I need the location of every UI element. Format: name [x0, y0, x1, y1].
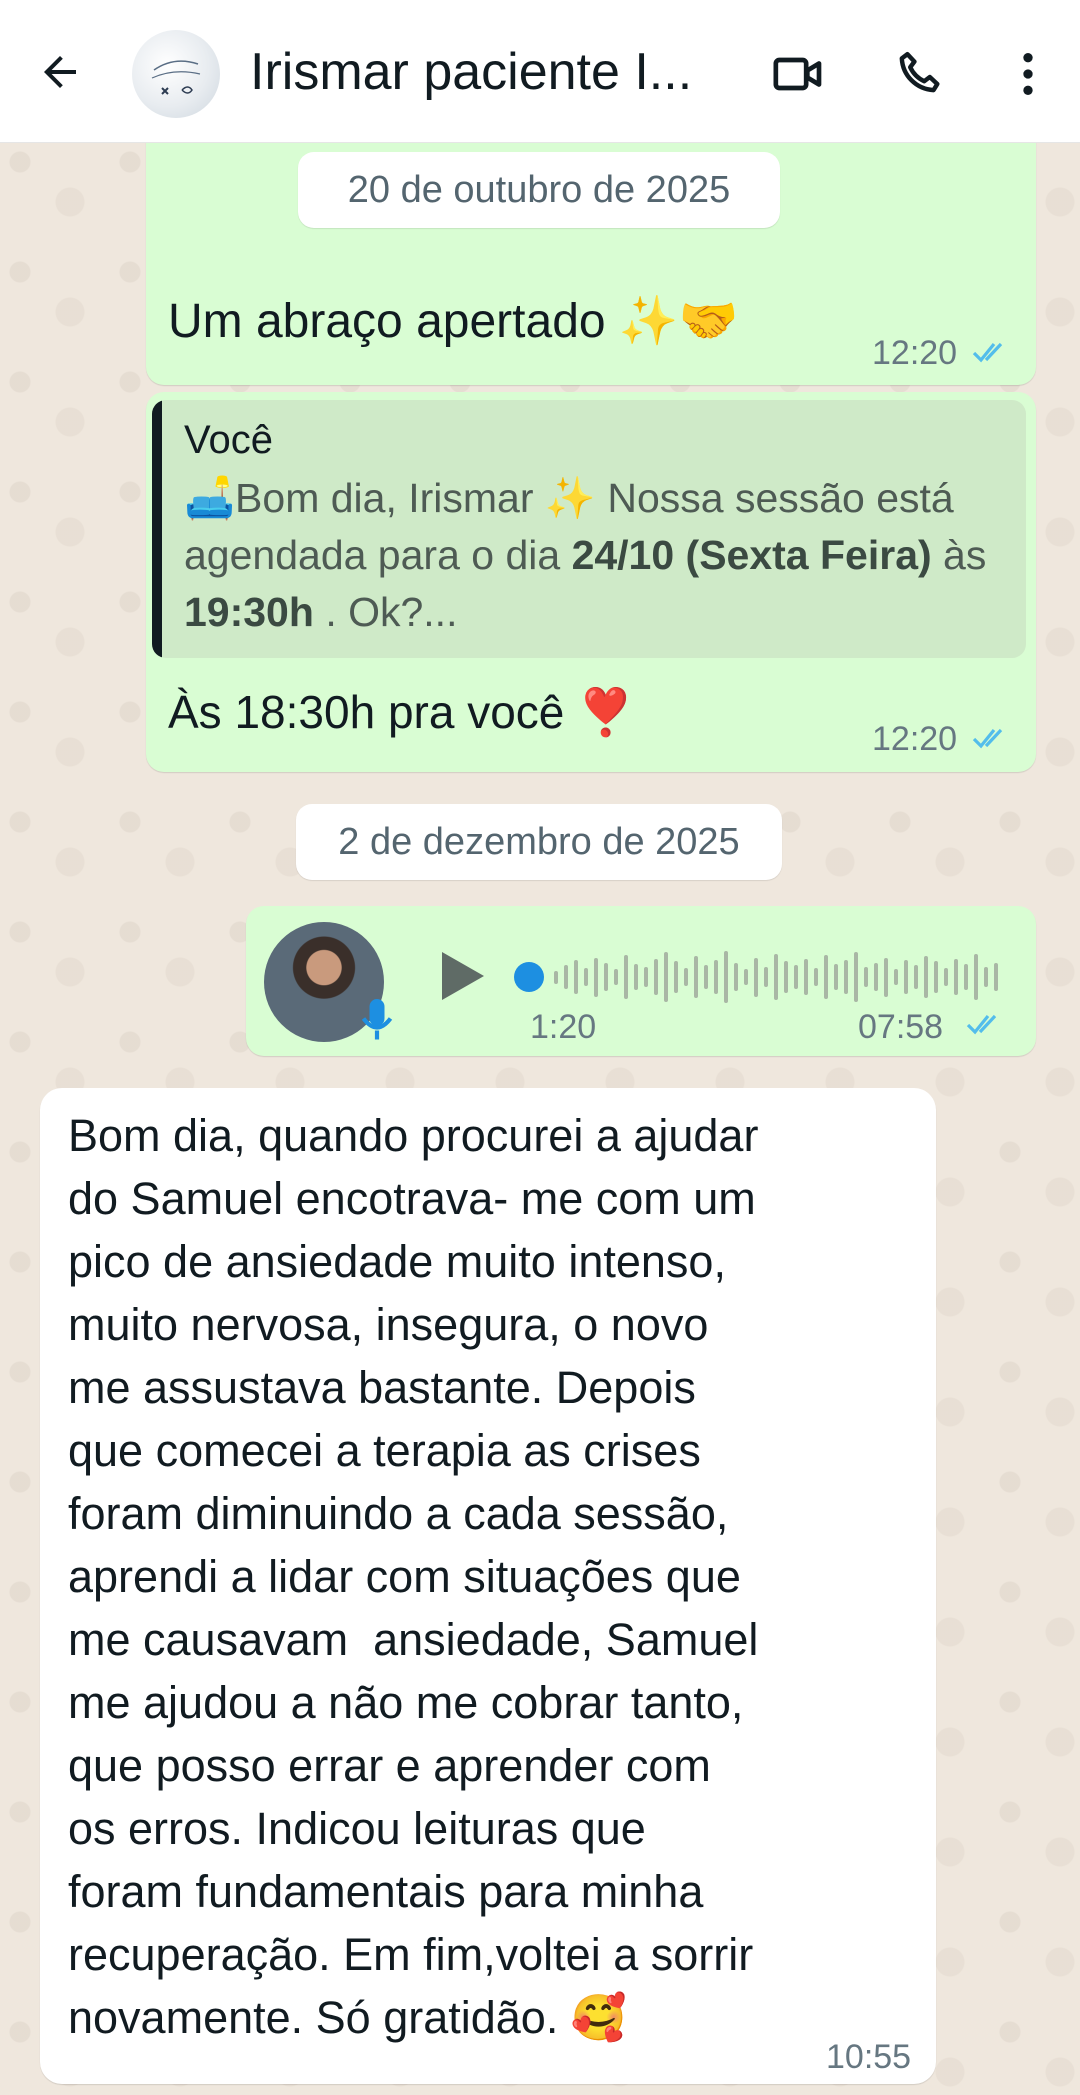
waveform-bar — [914, 965, 918, 989]
waveform-bar — [694, 956, 698, 998]
waveform-bar — [984, 966, 988, 988]
waveform-bar — [594, 957, 598, 997]
message-line: do Samuel encotrava- me com um — [68, 1173, 756, 1224]
waveform-bar — [874, 962, 878, 992]
voice-duration: 1:20 — [530, 1008, 597, 1046]
message-time: 12:20 — [872, 334, 958, 372]
waveform-bar — [564, 965, 568, 989]
contact-avatar[interactable] — [132, 30, 220, 118]
waveform-bar — [894, 969, 898, 985]
more-options-icon[interactable] — [1000, 46, 1056, 102]
message-line: recuperação. Em fim,voltei a sorrir — [68, 1929, 754, 1980]
microphone-icon — [361, 999, 393, 1040]
waveform-bar — [964, 964, 968, 990]
waveform-bar — [834, 964, 838, 990]
waveform-bar — [754, 957, 758, 997]
waveform-bar — [584, 967, 588, 987]
quote-accent-bar — [152, 400, 162, 658]
waveform-bar — [614, 969, 618, 985]
message-line: que comecei a terapia as crises — [68, 1425, 701, 1476]
message-time: 07:58 — [858, 1008, 944, 1046]
read-ticks-icon — [972, 342, 1003, 363]
message-text: Um abraço apertado ✨🤝 — [168, 295, 739, 348]
waveform-bar — [864, 966, 868, 988]
waveform-bar — [634, 964, 638, 990]
date-separator: 20 de outubro de 2025 — [298, 152, 780, 228]
waveform-bar — [954, 958, 958, 996]
waveform-bar — [724, 951, 728, 1003]
message-line: os erros. Indicou leituras que — [68, 1803, 646, 1854]
waveform-bar — [714, 960, 718, 994]
voice-call-icon[interactable] — [892, 46, 948, 102]
message-line: me assustava bastante. Depois — [68, 1362, 696, 1413]
waveform-bar — [674, 961, 678, 993]
waveform-bar — [884, 957, 888, 997]
waveform-bar — [654, 958, 658, 996]
message-line: que posso errar e aprender com — [68, 1740, 711, 1791]
waveform-bar — [744, 969, 748, 985]
waveform-bar — [934, 961, 938, 993]
contact-name[interactable]: Irismar paciente I... — [250, 40, 730, 104]
message-line: foram diminuindo a cada sessão, — [68, 1488, 729, 1539]
waveform-bar — [684, 967, 688, 987]
message-line: pico de ansiedade muito intenso, — [68, 1236, 726, 1287]
message-line: novamente. Só gratidão. 🥰 — [68, 1992, 627, 2043]
back-arrow-icon[interactable] — [36, 48, 84, 96]
waveform-bar — [624, 954, 628, 1000]
read-ticks-icon — [966, 1014, 997, 1035]
waveform-bar — [794, 965, 798, 989]
waveform-bar — [904, 960, 908, 994]
message-line: foram fundamentais para minha — [68, 1866, 704, 1917]
play-icon[interactable] — [436, 948, 488, 1004]
message-text: Às 18:30h pra você ❣️ — [168, 686, 635, 738]
read-ticks-icon — [972, 728, 1003, 749]
waveform-bar — [844, 960, 848, 994]
waveform-bar — [974, 953, 978, 1001]
message-line: Bom dia, quando procurei a ajudar — [68, 1110, 759, 1161]
waveform-bar — [644, 966, 648, 988]
waveform-bar — [854, 952, 858, 1002]
waveform-bar — [804, 958, 808, 996]
message-time: 12:20 — [872, 720, 958, 758]
waveform-bar — [774, 953, 778, 1001]
waveform-bar — [814, 967, 818, 987]
message-line: me causavam ansiedade, Samuel — [68, 1614, 759, 1665]
message-line: muito nervosa, insegura, o novo — [68, 1299, 709, 1350]
waveform-bar — [924, 956, 928, 998]
quoted-message[interactable]: Você 🛋️Bom dia, Irismar ✨ Nossa sessão e… — [152, 400, 1026, 658]
waveform-bar — [574, 960, 578, 994]
message-line: aprendi a lidar com situações que — [68, 1551, 741, 1602]
incoming-message-text: Bom dia, quando procurei a ajudar do Samu… — [68, 1104, 928, 2049]
voice-waveform[interactable] — [512, 940, 1004, 1014]
quote-author: Você — [184, 418, 273, 462]
message-time: 10:55 — [826, 2038, 912, 2076]
date-separator: 2 de dezembro de 2025 — [296, 804, 782, 880]
waveform-bar — [994, 962, 998, 992]
quote-text: 🛋️Bom dia, Irismar ✨ Nossa sessão está a… — [184, 475, 987, 635]
waveform-bar — [944, 967, 948, 987]
waveform-bar — [824, 954, 828, 1000]
video-call-icon[interactable] — [770, 46, 826, 102]
waveform-bar — [734, 962, 738, 992]
waveform-bar — [604, 962, 608, 992]
waveform-bar — [784, 961, 788, 993]
voice-progress-dot[interactable] — [514, 962, 544, 992]
message-line: me ajudou a não me cobrar tanto, — [68, 1677, 744, 1728]
chat-header: Irismar paciente I... — [0, 0, 1080, 143]
waveform-bar — [664, 952, 668, 1002]
waveform-bar — [554, 970, 558, 984]
waveform-bar — [704, 965, 708, 989]
waveform-bar — [764, 966, 768, 988]
